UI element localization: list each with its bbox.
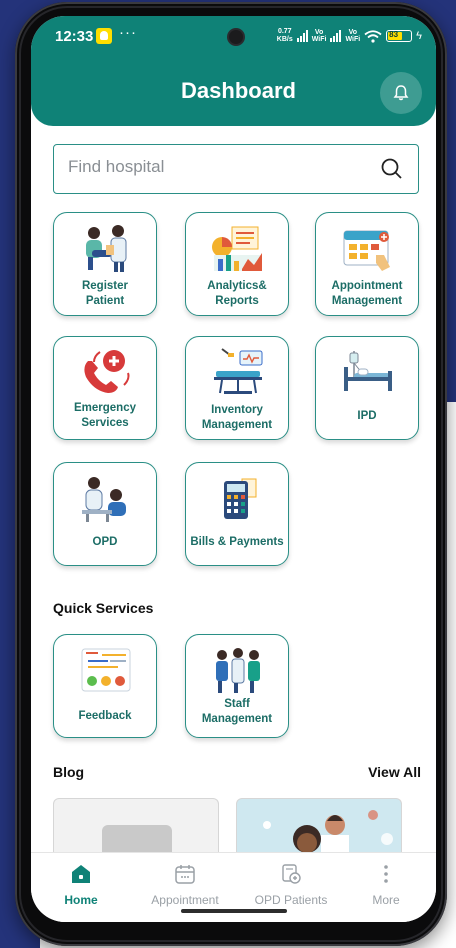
tile-label-line1: Staff [224,698,250,710]
battery-icon: 83 [386,30,413,42]
network-speed-value: 0.77 [277,28,292,35]
appointment-calendar-icon [343,230,390,271]
tile-analytics-reports[interactable]: Analytics& Reports [185,212,289,316]
wifi-label: WiFi [311,36,327,43]
nav-label-home: Home [64,893,98,907]
blog-card[interactable] [53,798,219,858]
ipd-bed-icon [344,351,392,391]
tile-bills-payments[interactable]: Bills & Payments [185,462,289,566]
wifi-label-2: WiFi [345,36,361,43]
quick-services-title: Quick Services [53,600,154,616]
tile-label-line1: Bills & Payments [190,536,284,548]
bills-calculator-icon [224,478,257,519]
nav-opd-patients[interactable]: OPD Patients [241,853,341,913]
home-icon [72,865,90,883]
tile-appointment-management[interactable]: Appointment Management [315,212,419,316]
tile-register-patient[interactable]: Register Patient [53,212,157,316]
tile-label-line1: Inventory [211,404,263,416]
blog-title: Blog [53,764,85,780]
register-patient-icon [86,225,127,272]
tile-label-line2: Services [81,417,129,429]
signal-icon-2 [330,30,342,42]
status-icons: 0.77 KB/s Vo WiFi Vo WiFi 83 ϟ [277,28,422,44]
blog-card[interactable] [236,798,402,858]
tile-emergency-services[interactable]: Emergency Services [53,336,157,440]
status-bar: 12:33 ··· 0.77 KB/s Vo WiFi Vo WiFi 83 ϟ [31,16,436,60]
staff-team-icon [216,648,260,693]
nav-appointment[interactable]: Appointment [135,853,235,913]
nav-more[interactable]: More [336,853,436,913]
nav-label-more: More [372,893,400,907]
battery-level: 83 [389,30,399,39]
vo-label: Vo [314,29,324,36]
tile-label-line1: IPD [357,410,377,422]
snapchat-icon [96,28,112,44]
volte-label-2: Vo WiFi [345,29,360,43]
network-speed: 0.77 KB/s [277,28,293,44]
signal-icon [296,30,308,42]
home-indicator [181,909,287,913]
tile-staff-management[interactable]: Staff Management [185,634,289,738]
nav-label-opd-patients: OPD Patients [254,893,328,907]
tile-inventory-management[interactable]: Inventory Management [185,336,289,440]
tile-label-line2: Management [201,419,273,431]
blog-doctors-image [263,810,393,858]
tile-label-line1: Appointment [331,280,403,292]
front-camera [229,30,243,44]
wifi-icon [364,29,382,43]
nav-label-appointment: Appointment [151,893,219,907]
notification-dots: ··· [119,24,137,41]
tile-opd[interactable]: OPD [53,462,157,566]
search-bar [53,144,419,194]
opd-patients-icon [282,864,301,884]
view-all-link[interactable]: View All [368,764,421,780]
network-speed-unit: KB/s [276,36,293,43]
tile-label-line2: Reports [215,295,259,307]
emergency-phone-icon [84,350,130,393]
inventory-bed-icon [214,348,263,394]
tile-label-line1: Register [81,280,129,292]
tile-label-line2: Patient [85,295,125,307]
calendar-icon [175,865,195,884]
app-header: Dashboard [31,60,436,126]
tile-feedback[interactable]: Feedback [53,634,157,738]
notification-button[interactable] [380,72,422,114]
phone-screen: 12:33 ··· 0.77 KB/s Vo WiFi Vo WiFi 83 ϟ… [31,16,436,922]
more-vertical-icon [384,865,388,883]
tile-label-line1: Emergency [73,402,136,414]
feedback-icon [81,648,131,692]
bell-icon [393,85,409,101]
tile-label-line1: Analytics& [207,280,267,292]
volte-label: Vo WiFi [312,29,327,43]
charging-icon: ϟ [416,30,422,42]
search-icon[interactable] [380,157,404,181]
vo-label-2: Vo [348,29,358,36]
page-title: Dashboard [181,78,296,103]
opd-consult-icon [82,477,126,522]
tile-label-line1: Feedback [78,710,132,722]
search-input[interactable] [68,157,348,177]
status-time: 12:33 [55,28,94,45]
tile-ipd[interactable]: IPD [315,336,419,440]
tile-label-line1: OPD [92,536,118,548]
tile-label-line2: Management [331,295,403,307]
tile-label-line2: Management [201,713,273,725]
nav-home[interactable]: Home [31,853,131,913]
analytics-reports-icon [212,226,262,271]
